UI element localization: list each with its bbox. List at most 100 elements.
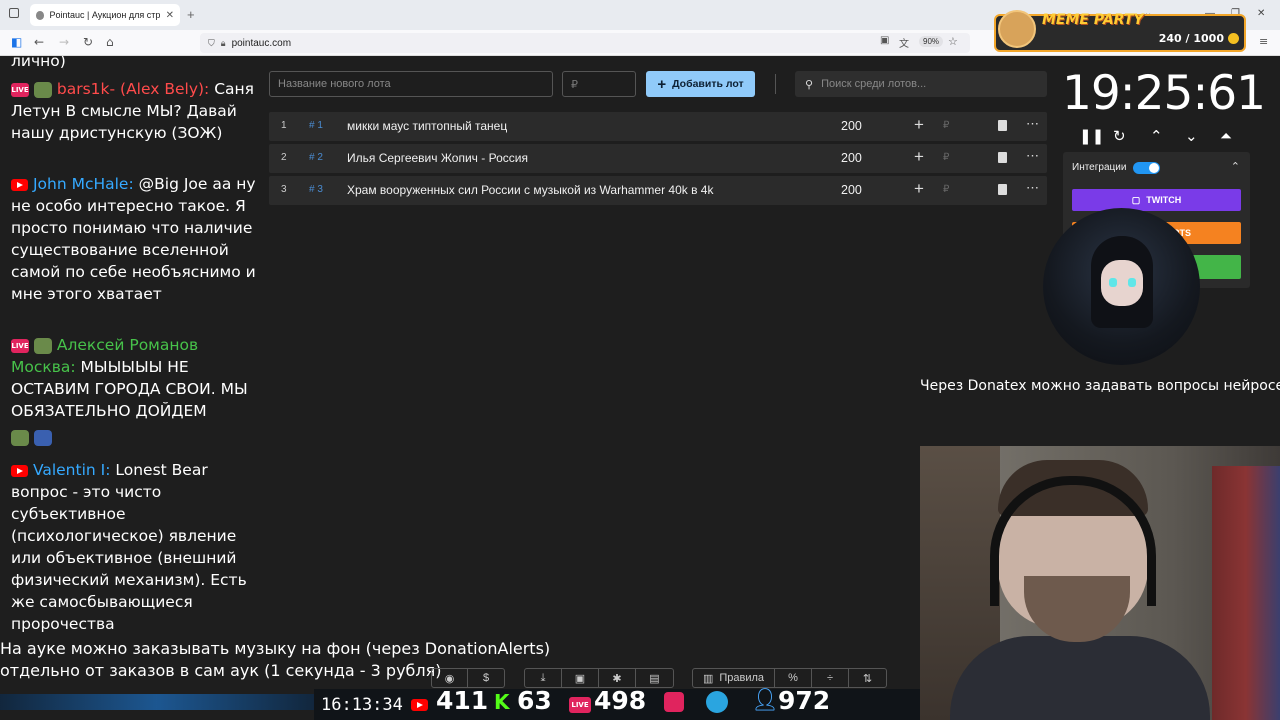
youtube-viewers: 411	[436, 686, 489, 715]
restart-icon[interactable]: ↻	[1113, 127, 1126, 145]
more-options-icon[interactable]: ⋯	[1026, 180, 1039, 196]
lot-amount: 200	[841, 183, 862, 197]
sidebar-toggle-icon[interactable]	[9, 8, 19, 18]
kick-viewers: 63	[517, 686, 552, 715]
total-viewers: 972	[778, 686, 831, 715]
close-window-icon[interactable]: ✕	[1257, 8, 1265, 19]
chat-overlay: лично) LIVE bars1k- (Alex Bely): Саня Ле…	[0, 56, 262, 640]
toolbar-group-file: ⤓ ▣ ✱ ▤	[524, 668, 674, 688]
sort-icon[interactable]: ⇅	[849, 669, 886, 687]
lot-amount: 200	[841, 119, 862, 133]
live-viewers: 498	[594, 686, 647, 715]
github-icon[interactable]: ◉	[432, 669, 468, 687]
lot-price-input[interactable]: ₽	[562, 71, 636, 97]
divider	[775, 74, 776, 94]
kick-icon: K	[494, 690, 510, 714]
add-lot-button[interactable]: + Добавить лот	[646, 71, 755, 97]
meme-party-title: MEME PARTY	[1042, 12, 1144, 28]
zoom-level[interactable]: 90%	[919, 36, 944, 47]
telegram-icon	[706, 691, 728, 713]
delete-lot-icon[interactable]	[998, 184, 1007, 195]
delete-lot-icon[interactable]	[998, 120, 1007, 131]
extensions-icon[interactable]: ◧	[11, 35, 22, 49]
close-tab-icon[interactable]: ✕	[166, 10, 174, 21]
reader-view-icon[interactable]: ▣	[880, 35, 889, 46]
rules-icon: ▥	[702, 672, 714, 685]
add-amount-icon[interactable]: +	[914, 147, 924, 167]
clear-list-icon[interactable]: ▤	[636, 669, 673, 687]
more-options-icon[interactable]: ⋯	[1026, 148, 1039, 164]
chat-text: Lonest Bear вопрос - это чисто субъектив…	[11, 461, 247, 633]
donatex-announcement: Через Donatex можно задавать вопросы ней…	[920, 378, 1280, 394]
ruble-icon[interactable]: ₽	[943, 184, 949, 195]
back-icon[interactable]: ←	[34, 35, 44, 49]
twitch-integration-button[interactable]: ▢ TWITCH	[1072, 189, 1241, 211]
lot-id: # 2	[309, 152, 323, 163]
add-amount-icon[interactable]: +	[914, 115, 924, 135]
percent-icon[interactable]: %	[775, 669, 812, 687]
bookmark-star-icon[interactable]: ☆	[948, 35, 958, 48]
lot-row[interactable]: 1 # 1 микки маус типтопный танец 200 + ₽…	[269, 112, 1047, 141]
browser-tab[interactable]: Pointauc | Аукцион для стримеров ✕	[30, 4, 180, 26]
live-badge-icon: LIVE	[11, 82, 29, 97]
chevron-up-icon[interactable]: ⌃	[1150, 127, 1163, 145]
lot-row[interactable]: 3 # 3 Храм вооруженных сил России с музы…	[269, 176, 1047, 205]
emote-icon	[33, 337, 52, 354]
new-lot-input[interactable]: Название нового лота	[269, 71, 553, 97]
add-amount-icon[interactable]: +	[914, 179, 924, 199]
lot-amount: 200	[841, 151, 862, 165]
bug-icon[interactable]: ✱	[599, 669, 636, 687]
delete-lot-icon[interactable]	[998, 152, 1007, 163]
download-icon[interactable]: ⤓	[525, 669, 562, 687]
youtube-icon	[11, 178, 28, 191]
add-lot-label: Добавить лот	[672, 78, 744, 90]
toolbar-group-links: ◉ $	[431, 668, 505, 688]
pause-icon[interactable]: ❚❚	[1079, 127, 1104, 145]
rules-button[interactable]: ▥ Правила	[693, 669, 775, 687]
lock-icon: 🔒︎	[220, 37, 226, 48]
meme-party-count: 240 / 1000	[1158, 32, 1224, 45]
home-icon[interactable]: ⌂	[106, 35, 114, 49]
toolbar-group-settings: ▥ Правила % ÷ ⇅	[692, 668, 887, 688]
ruble-icon[interactable]: ₽	[943, 152, 949, 163]
integrations-toggle[interactable]	[1133, 162, 1160, 174]
integrations-label: Интеграции	[1072, 162, 1127, 173]
tab-title: Pointauc | Аукцион для стримеров	[49, 10, 161, 20]
double-up-icon[interactable]: ⏶	[1220, 127, 1232, 145]
ruble-icon[interactable]: ₽	[943, 120, 949, 131]
youtube-icon	[11, 464, 28, 477]
notice-line: На ауке можно заказывать музыку на фон (…	[0, 639, 551, 658]
reload-icon[interactable]: ↻	[83, 35, 93, 49]
decorative-bar	[0, 694, 314, 710]
address-bar[interactable]: ⛉ 🔒︎ pointauc.com	[200, 33, 970, 53]
lot-id: # 3	[309, 184, 323, 195]
auction-timer: 19:25:61	[1062, 66, 1266, 121]
lot-index: 3	[281, 184, 287, 195]
lot-name[interactable]: Храм вооруженных сил России с музыкой из…	[347, 183, 713, 197]
lot-index: 1	[281, 120, 287, 131]
live-badge-icon: LIVE	[11, 338, 29, 353]
coin-icon	[1228, 33, 1239, 44]
new-tab-button[interactable]: +	[187, 7, 195, 22]
more-options-icon[interactable]: ⋯	[1026, 116, 1039, 132]
emote-icon	[33, 81, 52, 98]
lot-row[interactable]: 2 # 2 Илья Сергеевич Жопич - Россия 200 …	[269, 144, 1047, 173]
chat-username: John McHale:	[32, 175, 134, 193]
save-icon[interactable]: ▣	[562, 669, 599, 687]
forward-icon[interactable]: →	[59, 35, 69, 49]
chat-text: лично)	[11, 56, 66, 70]
split-icon[interactable]: ÷	[812, 669, 849, 687]
chevron-up-icon[interactable]: ⌃	[1231, 160, 1240, 173]
twitch-icon: ▢	[1131, 194, 1141, 205]
search-icon: ⚲	[805, 78, 814, 91]
lot-name[interactable]: Илья Сергеевич Жопич - Россия	[347, 151, 528, 165]
video-platform-icon	[664, 692, 684, 712]
menu-icon[interactable]: ≡	[1259, 35, 1268, 48]
translate-icon[interactable]: 文	[899, 35, 909, 50]
chat-text: @Big Joe aa ну не особо интересно такое.…	[11, 175, 256, 303]
donate-dollar-icon[interactable]: $	[468, 669, 504, 687]
chevron-down-icon[interactable]: ⌄	[1185, 127, 1198, 145]
lot-search-input[interactable]: ⚲ Поиск среди лотов...	[795, 71, 1047, 97]
lot-index: 2	[281, 152, 287, 163]
lot-name[interactable]: микки маус типтопный танец	[347, 119, 507, 133]
